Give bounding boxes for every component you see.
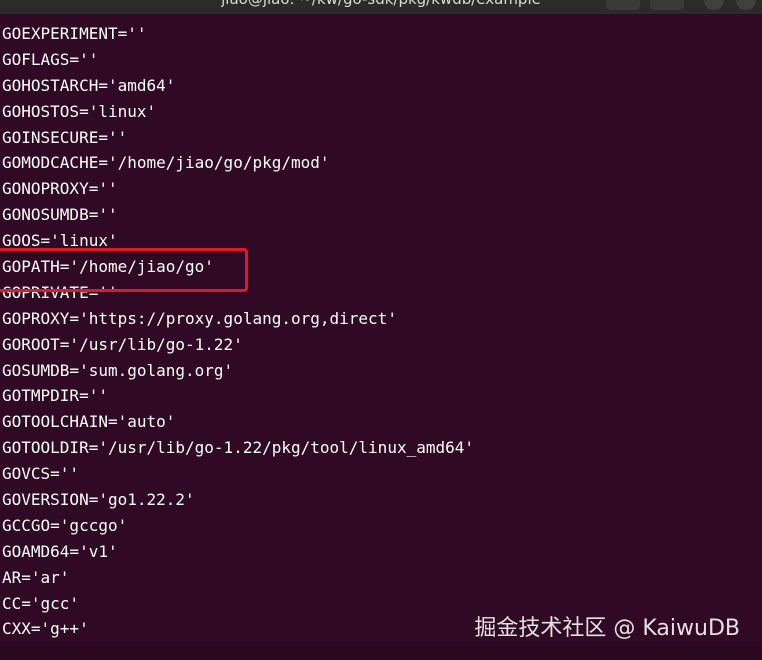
terminal-line: GOPROXY='https://proxy.golang.org,direct… — [2, 308, 397, 328]
terminal-line: GOTOOLCHAIN='auto' — [2, 412, 176, 432]
terminal-line: GOROOT='/usr/lib/go-1.22' — [2, 334, 243, 354]
terminal-line: GOMODCACHE='/home/jiao/go/pkg/mod' — [2, 153, 330, 173]
menu-button[interactable] — [650, 0, 684, 10]
terminal-line: GOHOSTARCH='amd64' — [2, 75, 176, 95]
terminal-line: GOSUMDB='sum.golang.org' — [2, 360, 234, 380]
terminal-line: GOFLAGS='' — [2, 49, 99, 69]
terminal-line: GOVCS='' — [2, 464, 80, 484]
gopath-highlight-box — [0, 248, 248, 292]
terminal-line: GOTMPDIR='' — [2, 386, 108, 406]
title-bar: jiao@jiao: ~/kw/go-sdk/pkg/kwdb/example — [0, 0, 762, 14]
terminal-line: GOTOOLDIR='/usr/lib/go-1.22/pkg/tool/lin… — [2, 438, 475, 458]
maximize-button[interactable] — [736, 0, 756, 10]
search-button[interactable] — [606, 0, 640, 10]
terminal-line: GOVERSION='go1.22.2' — [2, 490, 195, 510]
terminal-line: GOHOSTOS='linux' — [2, 101, 157, 121]
terminal-output[interactable]: GOEXPERIMENT='' GOFLAGS='' GOHOSTARCH='a… — [0, 21, 762, 642]
terminal-line: GONOSUMDB='' — [2, 205, 118, 225]
terminal-line: GONOPROXY='' — [2, 179, 118, 199]
bottom-edge — [0, 646, 762, 660]
terminal-line: GCCGO='gccgo' — [2, 515, 128, 535]
terminal-line: GOAMD64='v1' — [2, 541, 118, 561]
watermark: 掘金技术社区 @ KaiwuDB — [474, 616, 740, 641]
window-title: jiao@jiao: ~/kw/go-sdk/pkg/kwdb/example — [0, 0, 762, 8]
terminal-line: GOINSECURE='' — [2, 127, 128, 147]
terminal-line: GOEXPERIMENT='' — [2, 24, 147, 43]
terminal-window: jiao@jiao: ~/kw/go-sdk/pkg/kwdb/example … — [0, 0, 762, 660]
terminal-line: AR='ar' — [2, 567, 70, 587]
minimize-button[interactable] — [704, 0, 724, 10]
